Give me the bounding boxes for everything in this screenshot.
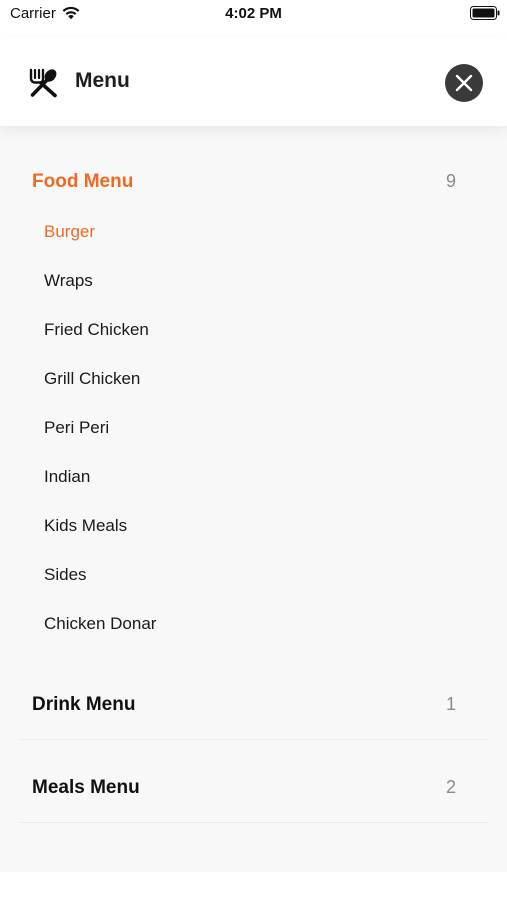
menu-item-kids-meals[interactable]: Kids Meals (0, 508, 507, 544)
menu-item-label: Burger (44, 222, 96, 241)
menu-item-sides[interactable]: Sides (0, 557, 507, 593)
section-title: Food Menu (32, 171, 134, 192)
section-title: Meals Menu (32, 777, 140, 798)
section-meals-menu[interactable]: Meals Menu 2 (0, 769, 507, 809)
status-bar: Carrier 4:02 PM (0, 0, 507, 30)
section-count: 1 (446, 694, 457, 714)
section-count: 9 (446, 171, 457, 191)
menu-item-wraps[interactable]: Wraps (0, 263, 507, 299)
section-drink-menu[interactable]: Drink Menu 1 (0, 686, 507, 726)
menu-item-grill-chicken[interactable]: Grill Chicken (0, 361, 507, 397)
status-time: 4:02 PM (225, 5, 282, 22)
menu-item-burger[interactable]: Burger (0, 214, 507, 250)
menu-item-peri-peri[interactable]: Peri Peri (0, 410, 507, 446)
menu-item-label: Chicken Donar (44, 614, 157, 633)
menu-item-label: Peri Peri (44, 418, 110, 437)
section-divider (20, 739, 488, 740)
section-divider (20, 822, 488, 823)
section-food-menu[interactable]: Food Menu 9 (0, 163, 507, 203)
battery-icon (470, 6, 500, 20)
close-icon (455, 74, 473, 92)
section-title: Drink Menu (32, 694, 136, 715)
menu-item-label: Sides (44, 565, 87, 584)
menu-item-label: Grill Chicken (44, 369, 141, 388)
close-button[interactable] (445, 64, 483, 102)
page-title: Menu (75, 69, 130, 92)
bottom-area (0, 872, 507, 900)
fork-spoon-icon (29, 68, 57, 98)
menu-item-label: Kids Meals (44, 516, 128, 535)
menu-item-fried-chicken[interactable]: Fried Chicken (0, 312, 507, 348)
menu-item-chicken-donar[interactable]: Chicken Donar (0, 606, 507, 642)
section-count: 2 (446, 777, 457, 797)
menu-panel: Food Menu 9 Burger Wraps Fried Chicken G… (0, 126, 507, 872)
menu-screen: Carrier 4:02 PM Menu Food Menu 9 Burger … (0, 0, 507, 900)
menu-item-label: Fried Chicken (44, 320, 149, 339)
menu-item-label: Indian (44, 467, 91, 486)
menu-item-label: Wraps (44, 271, 93, 290)
menu-item-indian[interactable]: Indian (0, 459, 507, 495)
menu-header: Menu (0, 38, 507, 126)
